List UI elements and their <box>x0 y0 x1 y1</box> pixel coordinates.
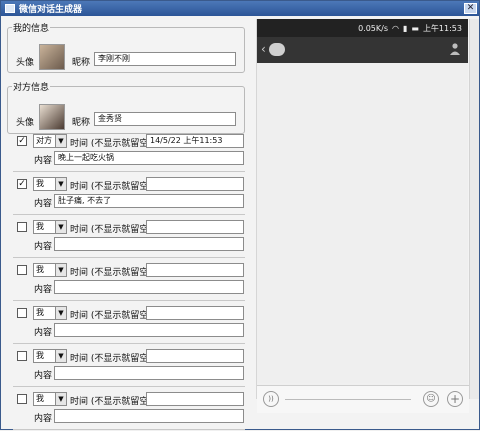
message-enable-checkbox[interactable]: ✓ <box>17 136 27 146</box>
chevron-down-icon[interactable]: ▼ <box>55 307 66 319</box>
message-enable-checkbox[interactable]: ✓ <box>17 179 27 189</box>
time-label: 时间 (不显示就留空) <box>70 311 152 321</box>
emoji-icon[interactable]: ☺ <box>423 391 439 407</box>
peer-avatar-label: 头像 <box>16 118 35 128</box>
time-input[interactable] <box>146 306 244 320</box>
row-divider <box>13 171 245 172</box>
peer-avatar[interactable] <box>39 104 65 130</box>
sender-select[interactable]: 我 ▼ <box>33 392 67 406</box>
chevron-down-icon[interactable]: ▼ <box>55 178 66 190</box>
time-input[interactable] <box>146 177 244 191</box>
chevron-down-icon[interactable]: ▼ <box>55 264 66 276</box>
message-enable-checkbox[interactable] <box>17 351 27 361</box>
sender-value: 我 <box>36 179 44 188</box>
chat-input-bar: )) ☺ + <box>257 385 469 413</box>
content-label: 内容 <box>34 328 53 338</box>
status-time: 上午11:53 <box>422 23 462 33</box>
sender-select[interactable]: 我 ▼ <box>33 263 67 277</box>
my-avatar-label: 头像 <box>16 58 35 68</box>
sender-value: 对方 <box>36 136 52 145</box>
row-divider <box>13 214 245 215</box>
time-label: 时间 (不显示就留空) <box>70 182 152 192</box>
time-label: 时间 (不显示就留空) <box>70 397 152 407</box>
content-input[interactable] <box>54 409 244 423</box>
status-bar: 0.05K/s ◠ ▮ ▬ 上午11:53 <box>257 19 468 37</box>
sender-select[interactable]: 我 ▼ <box>33 349 67 363</box>
sender-select[interactable]: 我 ▼ <box>33 177 67 191</box>
content-label: 内容 <box>34 199 53 209</box>
editor-panel: 我的信息 头像 昵称 李刚不刚 对方信息 头像 昵称 金秀贤 ✓ 对方 ▼ 时间… <box>1 17 253 431</box>
my-info-legend: 我的信息 <box>13 24 50 34</box>
row-divider <box>13 386 245 387</box>
content-label: 内容 <box>34 371 53 381</box>
peer-nickname-label: 昵称 <box>72 118 91 128</box>
my-avatar[interactable] <box>39 44 65 70</box>
my-info-group: 我的信息 头像 昵称 李刚不刚 <box>7 21 245 73</box>
my-nickname-input[interactable]: 李刚不刚 <box>94 52 236 66</box>
chat-nav-bar: ‹ <box>257 37 468 63</box>
time-label: 时间 (不显示就留空) <box>70 268 152 278</box>
person-icon[interactable] <box>450 43 460 55</box>
row-divider <box>13 300 245 301</box>
window-title: 微信对话生成器 <box>19 5 83 15</box>
peer-info-group: 对方信息 头像 昵称 金秀贤 <box>7 80 245 134</box>
voice-icon[interactable]: )) <box>263 391 279 407</box>
content-input[interactable] <box>54 366 244 380</box>
content-input[interactable] <box>54 237 244 251</box>
sender-value: 我 <box>36 351 44 360</box>
content-label: 内容 <box>34 156 53 166</box>
close-button[interactable]: ✕ <box>464 3 477 14</box>
signal-icon: ▮ <box>402 23 408 33</box>
title-bar: 微信对话生成器 ✕ <box>1 1 479 16</box>
time-label: 时间 (不显示就留空) <box>70 354 152 364</box>
time-input[interactable] <box>146 263 244 277</box>
plus-icon[interactable]: + <box>447 391 463 407</box>
scrollbar[interactable] <box>469 19 479 399</box>
content-input[interactable] <box>54 280 244 294</box>
content-label: 内容 <box>34 285 53 295</box>
row-divider <box>13 257 245 258</box>
content-input[interactable]: 肚子痛, 不去了 <box>54 194 244 208</box>
time-label: 时间 (不显示就留空) <box>70 139 152 149</box>
content-input[interactable]: 晚上一起吃火锅 <box>54 151 244 165</box>
sender-value: 我 <box>36 222 44 231</box>
message-enable-checkbox[interactable] <box>17 265 27 275</box>
wifi-icon: ◠ <box>391 23 399 33</box>
sender-value: 我 <box>36 308 44 317</box>
chevron-down-icon[interactable]: ▼ <box>55 135 66 147</box>
message-enable-checkbox[interactable] <box>17 394 27 404</box>
message-enable-checkbox[interactable] <box>17 222 27 232</box>
content-input[interactable] <box>54 323 244 337</box>
battery-icon: ▬ <box>411 23 419 33</box>
network-speed: 0.05K/s <box>358 23 388 33</box>
app-icon <box>5 4 15 13</box>
chevron-down-icon[interactable]: ▼ <box>55 350 66 362</box>
app-window: 微信对话生成器 ✕ 我的信息 头像 昵称 李刚不刚 对方信息 头像 昵称 金秀贤… <box>0 0 480 430</box>
time-label: 时间 (不显示就留空) <box>70 225 152 235</box>
back-icon[interactable]: ‹ <box>261 42 266 56</box>
content-label: 内容 <box>34 242 53 252</box>
time-input[interactable] <box>146 220 244 234</box>
peer-nickname-input[interactable]: 金秀贤 <box>94 112 236 126</box>
sender-select[interactable]: 我 ▼ <box>33 220 67 234</box>
time-input[interactable]: 14/5/22 上午11:53 <box>146 134 244 148</box>
sender-value: 我 <box>36 265 44 274</box>
phone-preview: 0.05K/s ◠ ▮ ▬ 上午11:53 ‹ )) ☺ + <box>256 19 469 413</box>
time-input[interactable] <box>146 349 244 363</box>
wechat-icon <box>269 43 285 56</box>
chat-area <box>257 63 468 383</box>
sender-value: 我 <box>36 394 44 403</box>
sender-select[interactable]: 对方 ▼ <box>33 134 67 148</box>
message-input[interactable] <box>285 399 411 400</box>
time-input[interactable] <box>146 392 244 406</box>
my-nickname-label: 昵称 <box>72 58 91 68</box>
chevron-down-icon[interactable]: ▼ <box>55 221 66 233</box>
content-label: 内容 <box>34 414 53 424</box>
chevron-down-icon[interactable]: ▼ <box>55 393 66 405</box>
row-divider <box>13 343 245 344</box>
message-enable-checkbox[interactable] <box>17 308 27 318</box>
peer-info-legend: 对方信息 <box>13 83 50 93</box>
sender-select[interactable]: 我 ▼ <box>33 306 67 320</box>
